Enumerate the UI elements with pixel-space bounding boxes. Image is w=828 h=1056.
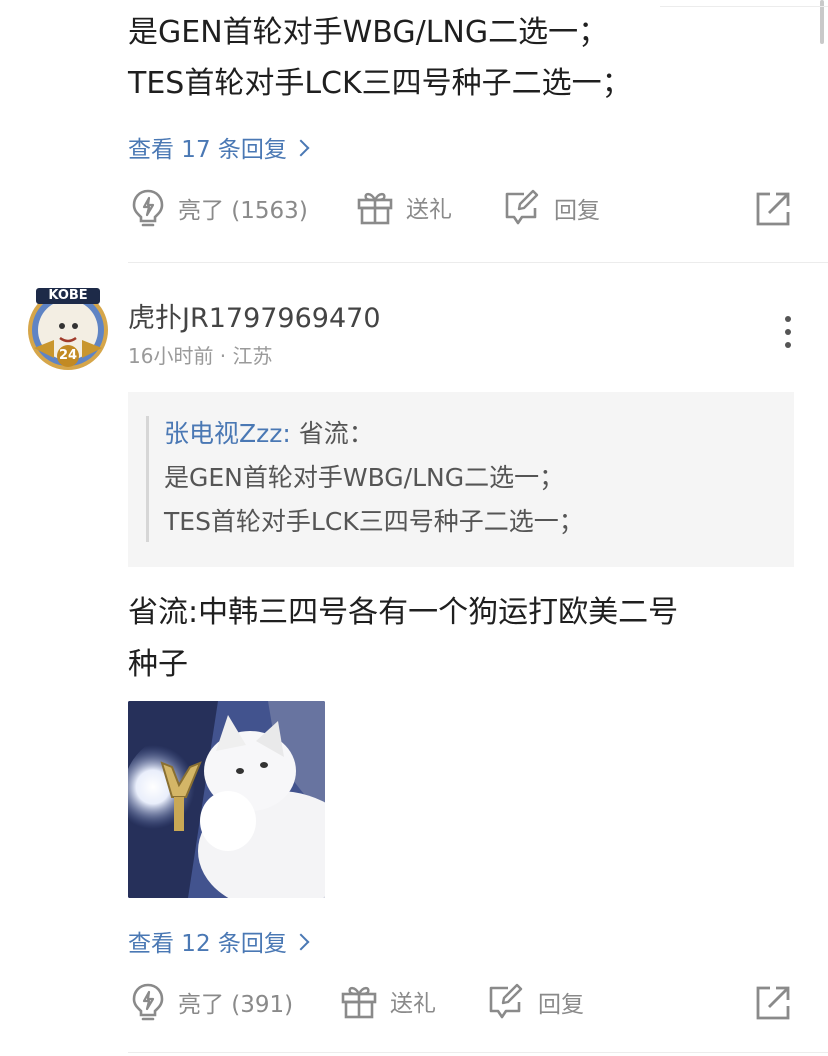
cat-photo: [128, 701, 325, 898]
gift-button[interactable]: 送礼: [356, 188, 452, 226]
share-icon: [756, 986, 790, 1020]
comment-text-line: TES首轮对手LCK三四号种子二选一；: [128, 66, 632, 101]
view-replies-link[interactable]: 查看 17 条回复: [128, 130, 310, 164]
comment-divider: [128, 262, 828, 263]
avatar[interactable]: KOBE 24: [26, 288, 110, 372]
chevron-right-icon: [292, 139, 310, 157]
comment-text-line: 省流:中韩三四号各有一个狗运打欧美二号: [128, 595, 679, 630]
quote-bar: [146, 416, 149, 542]
gift-label: 送礼: [406, 197, 452, 223]
avatar-number-text: 24: [58, 348, 78, 363]
like-count-label: 亮了 (1563): [178, 198, 308, 224]
more-vertical-icon: [785, 316, 791, 348]
share-icon: [756, 192, 790, 226]
reply-label: 回复: [538, 992, 584, 1018]
comment-text-line: 种子: [128, 647, 188, 682]
lightbulb-icon: [132, 189, 164, 227]
comment-text-line: 是GEN首轮对手WBG/LNG二选一；: [128, 15, 609, 50]
quote-line: TES首轮对手LCK三四号种子二选一；: [164, 507, 584, 536]
avatar-badge-text: KOBE: [48, 288, 88, 303]
gift-button[interactable]: 送礼: [340, 982, 436, 1020]
gift-label: 送礼: [390, 991, 436, 1017]
view-replies-label: 查看 12 条回复: [128, 931, 287, 957]
quote-line: 张电视Zzz: 省流：: [164, 412, 374, 456]
more-options-button[interactable]: [780, 314, 796, 350]
quote-text: 省流：: [290, 419, 374, 448]
username[interactable]: 虎扑JR1797969470: [128, 296, 381, 335]
reply-label: 回复: [554, 198, 600, 224]
quote-author[interactable]: 张电视Zzz:: [164, 419, 291, 448]
lightbulb-icon: [132, 983, 164, 1021]
quoted-comment[interactable]: 张电视Zzz: 省流： 是GEN首轮对手WBG/LNG二选一； TES首轮对手L…: [128, 392, 794, 567]
comment-image[interactable]: [128, 701, 325, 898]
gift-icon: [357, 192, 393, 225]
share-button[interactable]: [754, 190, 792, 232]
reply-edit-icon: [505, 189, 539, 225]
top-divider: [660, 6, 828, 7]
like-count-label: 亮了 (391): [178, 992, 294, 1018]
view-replies-label: 查看 17 条回复: [128, 137, 287, 163]
comment-divider: [128, 1052, 828, 1053]
comment-meta: 16小时前 · 江苏: [128, 344, 273, 368]
share-button[interactable]: [754, 984, 792, 1026]
gift-icon: [341, 986, 377, 1019]
quote-line: 是GEN首轮对手WBG/LNG二选一；: [164, 463, 565, 492]
reply-button[interactable]: 回复: [502, 188, 600, 228]
view-replies-link[interactable]: 查看 12 条回复: [128, 924, 310, 958]
chevron-right-icon: [292, 933, 310, 951]
reply-edit-icon: [489, 983, 523, 1019]
like-button[interactable]: 亮了 (1563): [130, 188, 308, 228]
like-button[interactable]: 亮了 (391): [130, 982, 293, 1022]
reply-button[interactable]: 回复: [486, 982, 584, 1022]
